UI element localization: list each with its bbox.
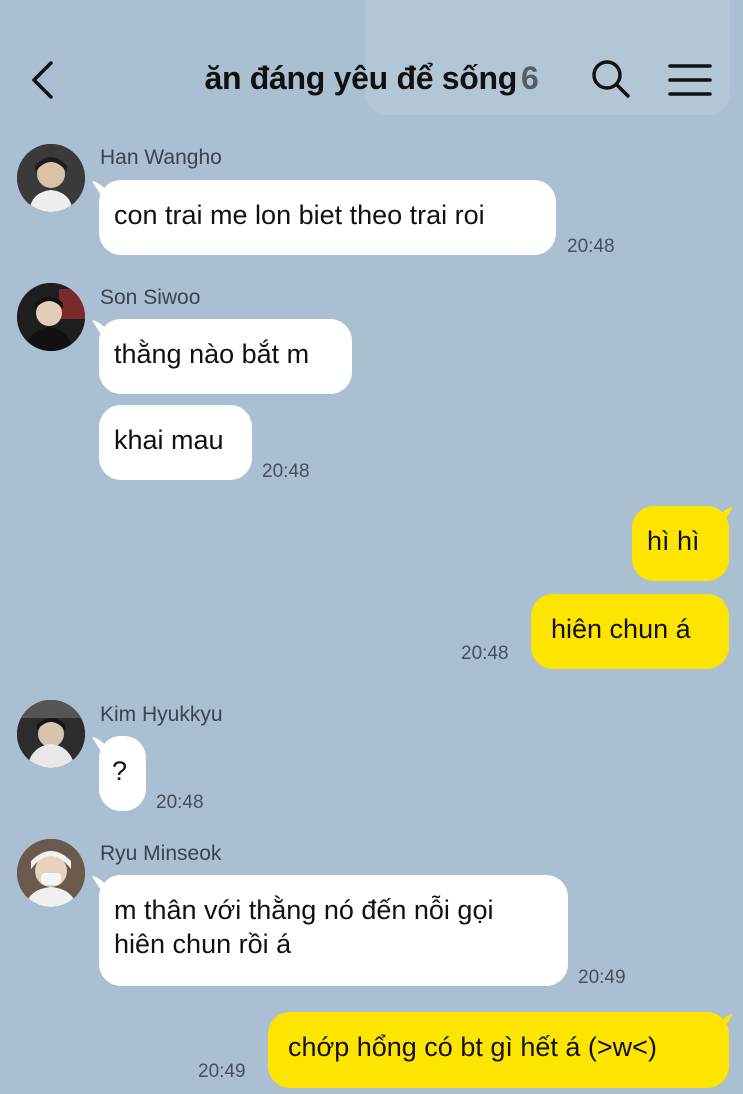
message-time: 20:48 bbox=[567, 236, 615, 257]
message-time: 20:49 bbox=[578, 967, 626, 988]
message-text: khai mau bbox=[114, 425, 224, 455]
sender-name: Kim Hyukkyu bbox=[100, 703, 223, 726]
search-icon bbox=[592, 60, 630, 98]
message-bubble-outgoing[interactable]: hiên chun á bbox=[531, 594, 729, 669]
avatar[interactable] bbox=[17, 839, 85, 907]
message-bubble[interactable]: con trai me lon biet theo trai roi bbox=[99, 180, 556, 255]
message-time: 20:48 bbox=[156, 792, 204, 813]
message-bubble-outgoing[interactable]: hì hì bbox=[632, 506, 729, 581]
message-bubble[interactable]: ? bbox=[99, 736, 146, 811]
message-text: chớp hổng có bt gì hết á (>w<) bbox=[288, 1032, 657, 1062]
profile-photo bbox=[17, 700, 85, 768]
message-bubble[interactable]: khai mau bbox=[99, 405, 252, 480]
message-text: ? bbox=[112, 756, 128, 786]
profile-photo bbox=[17, 144, 85, 212]
menu-button[interactable] bbox=[666, 60, 714, 100]
profile-photo bbox=[17, 839, 85, 907]
avatar[interactable] bbox=[17, 283, 85, 351]
profile-photo bbox=[17, 283, 85, 351]
chat-room-name: ăn đáng yêu để sống bbox=[204, 60, 518, 96]
message-text-line: hiên chun rồi á bbox=[114, 929, 292, 959]
message-time: 20:48 bbox=[262, 461, 310, 482]
message-bubble[interactable]: m thân với thằng nó đến nỗi gọi hiên chu… bbox=[99, 875, 568, 986]
sender-name: Son Siwoo bbox=[100, 286, 201, 309]
message-text: thằng nào bắt m bbox=[114, 339, 310, 369]
message-text: hì hì bbox=[647, 526, 700, 556]
search-button[interactable] bbox=[590, 58, 632, 100]
message-bubble[interactable]: thằng nào bắt m bbox=[99, 319, 352, 394]
message-time: 20:49 bbox=[198, 1061, 246, 1082]
sender-name: Ryu Minseok bbox=[100, 842, 222, 865]
avatar[interactable] bbox=[17, 144, 85, 212]
chat-header: ăn đáng yêu để sống 6 bbox=[0, 40, 743, 120]
menu-icon bbox=[668, 64, 712, 96]
message-time: 20:48 bbox=[461, 643, 509, 664]
message-text: hiên chun á bbox=[551, 614, 691, 644]
message-bubble-outgoing[interactable]: chớp hổng có bt gì hết á (>w<) bbox=[268, 1012, 729, 1088]
message-text-line: m thân với thằng nó đến nỗi gọi bbox=[114, 895, 494, 925]
member-count: 6 bbox=[521, 60, 539, 96]
message-text: con trai me lon biet theo trai roi bbox=[114, 200, 485, 230]
avatar[interactable] bbox=[17, 700, 85, 768]
sender-name: Han Wangho bbox=[100, 146, 222, 169]
